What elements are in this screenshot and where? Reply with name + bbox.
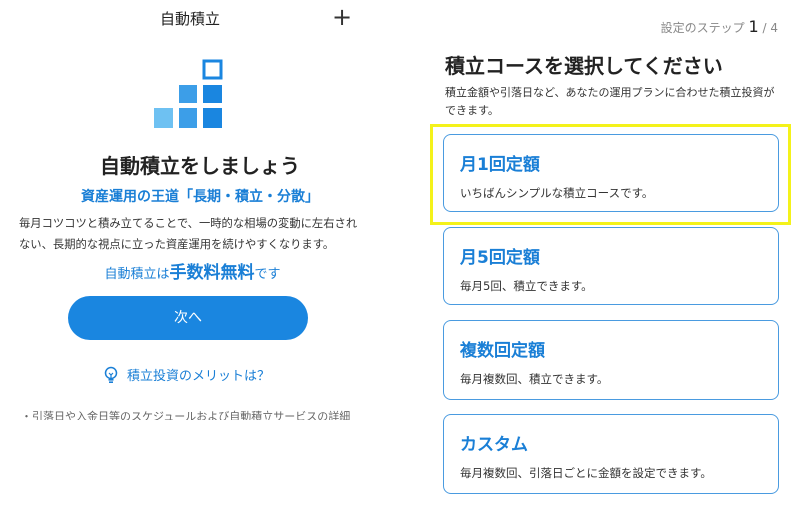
course-card-multiple[interactable]: 複数回定額 毎月複数回、積立できます。 xyxy=(443,320,779,400)
course-title: 月5回定額 xyxy=(460,248,540,268)
merit-link-label: 積立投資のメリットは？ xyxy=(127,369,271,384)
merit-link[interactable]: 積立投資のメリットは？ xyxy=(103,365,270,384)
lightbulb-icon xyxy=(104,366,118,383)
course-description: 毎月複数回、引落日ごとに金額を設定できます。 xyxy=(460,466,712,480)
bar-steps-logo-icon xyxy=(154,59,223,128)
course-title: カスタム xyxy=(460,435,528,455)
course-title: 複数回定額 xyxy=(460,341,545,361)
schedule-note: ・引落日や入金日等のスケジュールおよび自動積立サービスの詳細 xyxy=(21,410,351,420)
course-description: 毎月5回、積立できます。 xyxy=(460,279,593,293)
fee-suffix: です xyxy=(254,267,281,282)
step-label: 設定のステップ xyxy=(660,21,745,35)
page-title: 積立コースを選択してください xyxy=(445,54,723,78)
fee-free-line: 自動積立は手数料無料です xyxy=(0,262,385,286)
step-current: 1 xyxy=(748,17,759,36)
course-card-custom[interactable]: カスタム 毎月複数回、引落日ごとに金額を設定できます。 xyxy=(443,414,779,494)
next-button[interactable]: 次へ xyxy=(68,296,308,340)
hero-title: 自動積立をしましょう xyxy=(100,154,300,178)
course-card-monthly-5[interactable]: 月5回定額 毎月5回、積立できます。 xyxy=(443,227,779,305)
course-select-panel: 設定のステップ 1 / 4 積立コースを選択してください 積立金額や引落日など、… xyxy=(400,0,800,516)
header-title: 自動積立 xyxy=(159,10,220,28)
page-description: 積立金額や引落日など、あなたの運用プランに合わせた積立投資ができます。 xyxy=(445,86,775,117)
step-total: / 4 xyxy=(762,21,779,35)
fee-highlight: 手数料無料 xyxy=(169,263,255,283)
intro-panel: 自動積立 + 自動積立をしましょう 資産運用の王道「長期・積立・分散」 毎月コツ… xyxy=(0,0,400,420)
step-indicator: 設定のステップ 1 / 4 xyxy=(661,17,778,36)
fee-prefix: 自動積立は xyxy=(104,267,170,282)
hero-subtitle: 資産運用の王道「長期・積立・分散」 xyxy=(81,189,319,205)
course-description: 毎月複数回、積立できます。 xyxy=(460,372,609,386)
plus-icon[interactable]: + xyxy=(330,2,354,32)
hero-description: 毎月コツコツと積み立てることで、一時的な相場の変動に左右されない、長期的な視点に… xyxy=(19,217,358,251)
selection-highlight xyxy=(430,124,791,225)
